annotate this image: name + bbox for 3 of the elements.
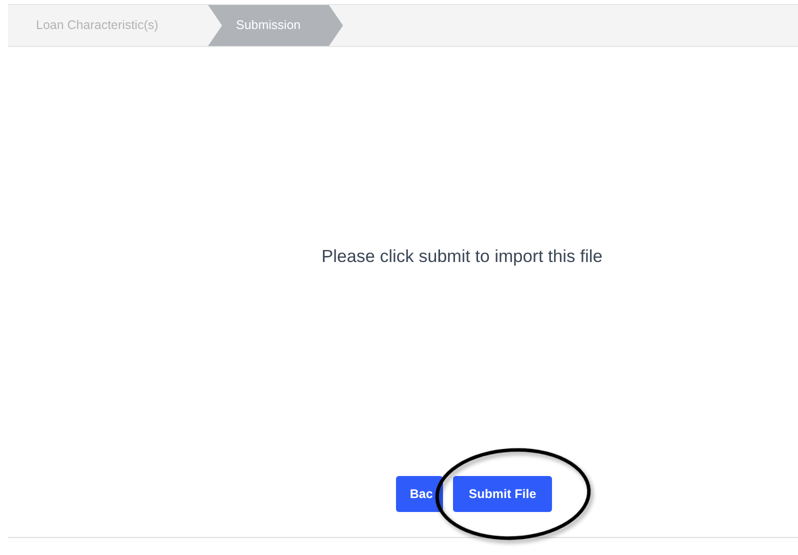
back-button[interactable]: Bac <box>396 476 443 512</box>
submit-button[interactable]: Submit File <box>452 476 552 512</box>
instruction-text: Please click submit to import this file <box>321 245 603 268</box>
